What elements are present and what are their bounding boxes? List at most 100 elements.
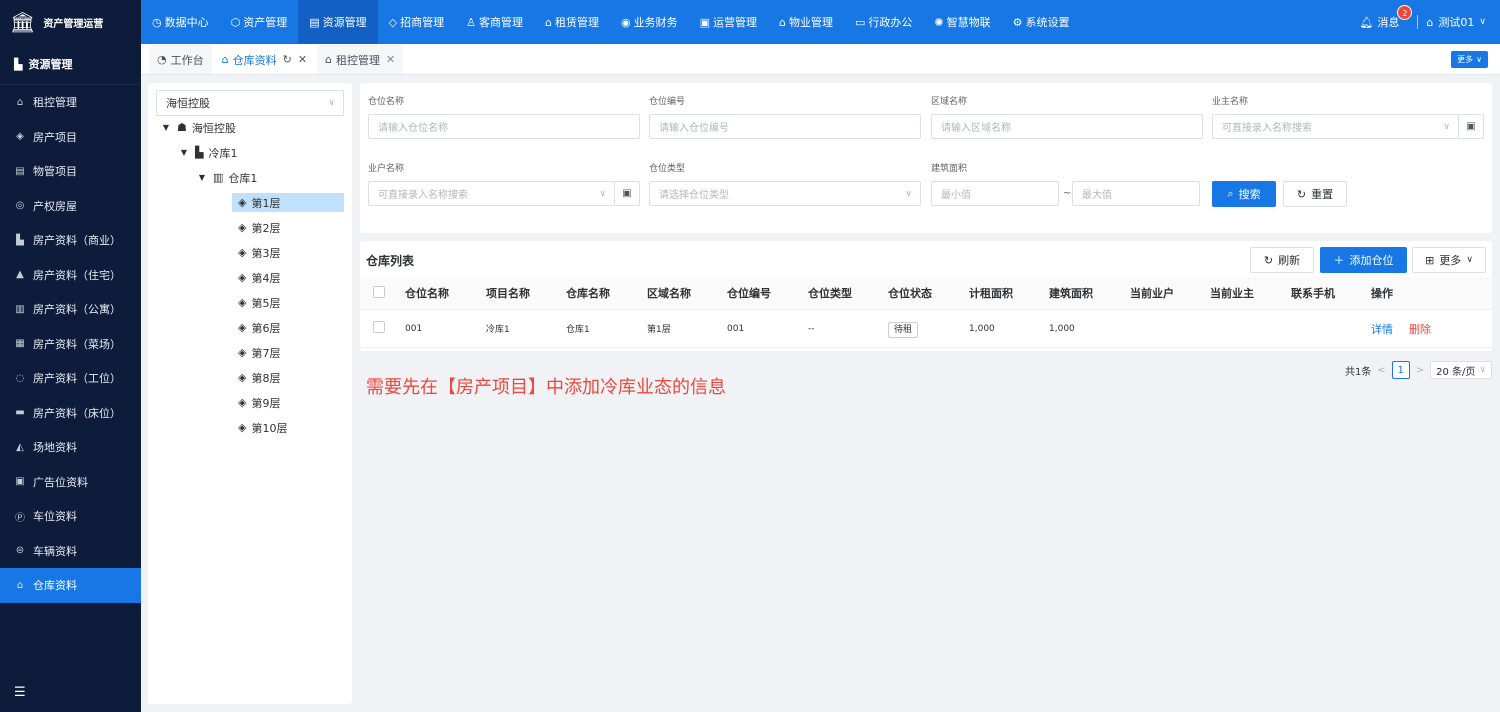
nav-label: 智慧物联: [946, 16, 991, 29]
sidebar-item-property-mgmt-project[interactable]: ▤ 物管项目: [0, 154, 141, 189]
sidebar-item-parking[interactable]: Ⓟ 车位资料: [0, 499, 141, 534]
refresh-icon[interactable]: ↻: [283, 53, 292, 66]
monitor-icon: ▭: [854, 15, 866, 29]
list-more-label: 更多: [1439, 254, 1462, 267]
caret-down-icon[interactable]: ▼: [160, 123, 172, 132]
refresh-button[interactable]: ↻ 刷新: [1250, 247, 1314, 273]
tree-node-floor[interactable]: ◈ 第10层: [238, 418, 287, 437]
page-number[interactable]: 1: [1391, 361, 1410, 379]
row-checkbox[interactable]: [373, 321, 385, 333]
warehouse-type-select[interactable]: 请选择仓位类型 ∨: [649, 181, 921, 206]
collapse-menu-icon[interactable]: ☰: [14, 685, 26, 700]
tab-lease-control[interactable]: ⌂ 租控管理 ✕: [317, 45, 404, 74]
tabs-more-button[interactable]: 更多 ∨: [1451, 51, 1488, 68]
nav-admin-office[interactable]: ▭ 行政办公: [844, 0, 923, 44]
list-title: 仓库列表: [366, 254, 415, 268]
search-button[interactable]: ⌕ 搜索: [1212, 181, 1276, 207]
nav-business-finance[interactable]: ◉ 业务财务: [610, 0, 689, 44]
divider: [1417, 15, 1419, 29]
shop-icon: ▙: [16, 234, 24, 246]
sidebar-item-bed[interactable]: ▬ 房产资料（床位）: [0, 396, 141, 431]
tree-node-floor[interactable]: ◈ 第9层: [238, 393, 280, 412]
warehouse-name-input[interactable]: 请输入仓位名称: [368, 114, 640, 139]
nav-investment-management[interactable]: ◇ 招商管理: [378, 0, 455, 44]
cell-actions: 详情 删除: [1361, 321, 1461, 337]
caret-down-icon[interactable]: ▼: [196, 173, 208, 182]
next-page-icon[interactable]: >: [1416, 365, 1424, 376]
tree-node-label: 海恒控股: [191, 121, 236, 135]
close-icon[interactable]: ✕: [386, 53, 395, 66]
reset-button[interactable]: ↻ 重置: [1283, 181, 1347, 207]
nav-property-management[interactable]: ⌂ 物业管理: [768, 0, 844, 44]
refresh-icon: ↻: [1263, 253, 1274, 267]
sidebar-item-vehicle[interactable]: ⊜ 车辆资料: [0, 534, 141, 569]
tab-label: 租控管理: [336, 53, 381, 67]
tree-node-floor[interactable]: ◈ 第2层: [238, 218, 280, 237]
building-icon: ▤: [309, 15, 320, 29]
tree-node-cold-storage[interactable]: ▼ ▙ 冷库1: [178, 143, 238, 162]
top-nav: ◷ 数据中心 ⬡ 资产管理 ▤ 资源管理 ◇ 招商管理 ♙ 客商管理 ⌂ 租赁管理 ◉ 业务财…: [141, 0, 1080, 44]
tree-node-floor[interactable]: ◈ 第7层: [238, 343, 280, 362]
nav-lease-management[interactable]: ⌂ 租赁管理: [534, 0, 610, 44]
total-count: 共1条: [1344, 366, 1372, 378]
tree-node-floor[interactable]: ◈ 第6层: [238, 318, 280, 337]
clipboard-icon[interactable]: ▣: [1459, 114, 1484, 139]
building-area-max-input[interactable]: 最大值: [1072, 181, 1200, 206]
sidebar-item-venue[interactable]: ◭ 场地资料: [0, 430, 141, 465]
house-icon: ⌂: [325, 53, 333, 66]
sidebar-item-warehouse[interactable]: ⌂ 仓库资料: [0, 568, 141, 603]
nav-resource-management[interactable]: ▤ 资源管理: [298, 0, 378, 44]
owner-name-input[interactable]: 可直接录入名称搜索 ∨: [1212, 114, 1459, 139]
page-size-select[interactable]: 20 条/页 ∨: [1430, 361, 1492, 379]
tree-node-floor[interactable]: ◈ 第8层: [238, 368, 280, 387]
chevron-down-icon: ∨: [328, 98, 335, 108]
nav-customer-management[interactable]: ♙ 客商管理: [455, 0, 534, 44]
clipboard-icon[interactable]: ▣: [615, 181, 640, 206]
nav-asset-management[interactable]: ⬡ 资产管理: [220, 0, 299, 44]
tree-node-floor[interactable]: ◈ 第5层: [238, 293, 280, 312]
tab-workbench[interactable]: ◔ 工作台: [149, 45, 212, 74]
tree-node-warehouse[interactable]: ▼ ▥ 仓库1: [196, 168, 257, 187]
parking-icon: Ⓟ: [15, 512, 25, 524]
sidebar-item-residential[interactable]: ▲ 房产资料（住宅）: [0, 258, 141, 293]
close-icon[interactable]: ✕: [298, 53, 307, 66]
warehouse-code-input[interactable]: 请输入仓位编号: [649, 114, 921, 139]
page-size-value: 20 条/页: [1436, 366, 1476, 378]
sidebar-item-property-project[interactable]: ◈ 房产项目: [0, 120, 141, 155]
caret-down-icon[interactable]: ▼: [178, 148, 190, 157]
billboard-icon: ▣: [15, 476, 25, 488]
sidebar-item-market[interactable]: ▦ 房产资料（菜场）: [0, 327, 141, 362]
nav-smart-iot[interactable]: ✺ 智慧物联: [923, 0, 1001, 44]
tree-node-floor[interactable]: ◈ 第4层: [238, 268, 280, 287]
prev-page-icon[interactable]: <: [1377, 365, 1385, 376]
chart-icon: ▣: [699, 15, 710, 29]
tree-panel: 海恒控股 ∨ ▼ ☗ 海恒控股 ▼ ▙ 冷库1 ▼ ▥ 仓库1 ◈ 第1层 ◈ 第2层 ◈ 第3层…: [148, 83, 352, 704]
nav-data-center[interactable]: ◷ 数据中心: [141, 0, 220, 44]
house-icon: ⌂: [16, 96, 24, 108]
sidebar-item-apartment[interactable]: ▥ 房产资料（公寓）: [0, 292, 141, 327]
status-badge: 待租: [888, 322, 919, 338]
select-all-checkbox[interactable]: [373, 285, 385, 298]
building-area-min-input[interactable]: 最小值: [931, 181, 1059, 206]
organization-select[interactable]: 海恒控股 ∨: [156, 90, 344, 116]
sidebar-item-commercial[interactable]: ▙ 房产资料（商业）: [0, 223, 141, 258]
tree-node-floor[interactable]: ◈ 第3层: [238, 243, 280, 262]
user-menu[interactable]: ⌂ 测试01 ∨: [1426, 14, 1500, 30]
nav-system-settings[interactable]: ⚙ 系统设置: [1002, 0, 1081, 44]
detail-link[interactable]: 详情: [1371, 323, 1393, 336]
tree-node-root[interactable]: ▼ ☗ 海恒控股: [160, 118, 236, 137]
tab-warehouse-info[interactable]: ⌂ 仓库资料 ↻ ✕: [213, 45, 316, 74]
sidebar-item-title-housing[interactable]: ◎ 产权房屋: [0, 189, 141, 224]
nav-operations-management[interactable]: ▣ 运营管理: [689, 0, 768, 44]
sidebar-item-lease-control[interactable]: ⌂ 租控管理: [0, 85, 141, 120]
list-more-button[interactable]: ⊞ 更多 ∨: [1412, 247, 1486, 273]
sidebar-item-workstation[interactable]: ◌ 房产资料（工位）: [0, 361, 141, 396]
add-warehouse-button[interactable]: ＋ 添加仓位: [1320, 247, 1407, 273]
sidebar-item-ad-space[interactable]: ▣ 广告位资料: [0, 465, 141, 500]
tree-node-floor[interactable]: ◈ 第1层: [232, 193, 344, 212]
org-icon: ☗: [177, 121, 187, 134]
delete-link[interactable]: 删除: [1409, 323, 1431, 336]
area-name-input[interactable]: 请输入区域名称: [931, 114, 1203, 139]
messages-button[interactable]: 🔔︎ 消息 2: [1349, 5, 1413, 30]
tenant-name-input[interactable]: 可直接录入名称搜索 ∨: [368, 181, 615, 206]
